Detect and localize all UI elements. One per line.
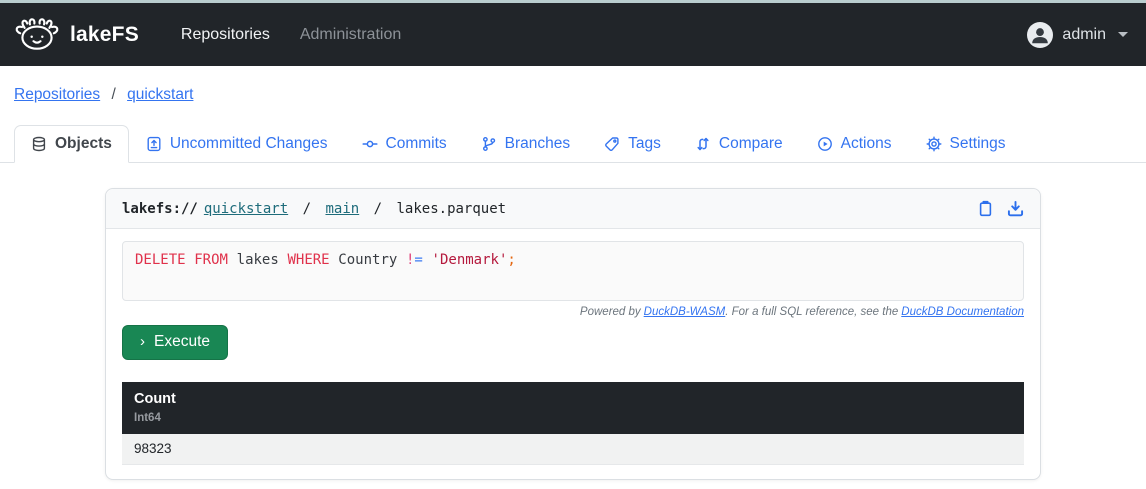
lakefs-brand[interactable]: lakeFS: [14, 16, 139, 54]
branch-icon: [481, 136, 497, 152]
sql-keyword: WHERE: [287, 252, 330, 268]
sql-string-literal: 'Denmark': [431, 252, 508, 268]
tab-label: Commits: [385, 135, 447, 152]
file-diff-icon: [146, 136, 162, 152]
tag-icon: [604, 136, 620, 152]
breadcrumb-separator: /: [111, 86, 116, 103]
commit-icon: [361, 136, 378, 152]
query-results-table: Count Int64 98323: [122, 382, 1024, 465]
column-name: Count: [134, 391, 176, 407]
nav-link-repositories[interactable]: Repositories: [181, 26, 270, 44]
object-path: lakefs:// quickstart / main / lakes.parqu…: [122, 201, 506, 217]
sql-column-name: Country: [338, 252, 398, 268]
user-name: admin: [1062, 25, 1106, 43]
tab-settings[interactable]: Settings: [909, 125, 1023, 163]
sql-keyword: DELETE: [135, 252, 186, 268]
chevron-right-icon: ›: [140, 332, 145, 350]
sql-keyword: FROM: [194, 252, 228, 268]
tab-label: Branches: [504, 135, 571, 152]
path-separator: /: [373, 200, 383, 217]
sql-editor[interactable]: DELETE FROM lakes WHERE Country != 'Denmark';: [122, 241, 1024, 301]
path-branch-link[interactable]: main: [325, 201, 359, 217]
avatar: [1027, 21, 1054, 48]
user-menu[interactable]: admin: [1027, 21, 1128, 48]
execute-label: Execute: [154, 333, 211, 350]
duckdb-pane: DELETE FROM lakes WHERE Country != 'Denmark'; …: [106, 229, 1040, 479]
execute-button[interactable]: › Execute: [122, 325, 229, 360]
sql-semicolon: ;: [507, 252, 516, 268]
nav-link-administration[interactable]: Administration: [300, 26, 401, 44]
tab-actions[interactable]: Actions: [800, 125, 909, 163]
path-filename: lakes.parquet: [396, 200, 507, 217]
axolotl-logo-icon: [14, 16, 60, 54]
breadcrumb: Repositories / quickstart: [0, 66, 1146, 104]
duckdb-docs-link[interactable]: DuckDB Documentation: [901, 306, 1024, 318]
copy-path-icon[interactable]: [977, 200, 994, 217]
powered-prefix: Powered by: [579, 306, 641, 318]
tab-label: Settings: [949, 135, 1006, 152]
powered-by-note: Powered by DuckDB-WASM. For a full SQL re…: [122, 306, 1024, 318]
tab-compare[interactable]: Compare: [678, 125, 800, 163]
breadcrumb-quickstart[interactable]: quickstart: [127, 86, 193, 103]
tab-commits[interactable]: Commits: [345, 125, 464, 163]
tab-branches[interactable]: Branches: [464, 125, 587, 163]
chevron-down-icon: [1118, 32, 1128, 37]
navbar-links: Repositories Administration: [181, 26, 401, 44]
object-viewer-card: lakefs:// quickstart / main / lakes.parqu…: [105, 188, 1041, 480]
play-circle-icon: [817, 136, 833, 152]
tab-uncommitted-changes[interactable]: Uncommitted Changes: [129, 125, 345, 163]
repository-tabs: Objects Uncommitted Changes Commits Bran…: [0, 125, 1146, 163]
sql-operator: =: [414, 252, 423, 268]
object-actions: [977, 200, 1024, 217]
column-type: Int64: [134, 412, 161, 424]
tab-objects[interactable]: Objects: [14, 125, 129, 163]
top-navbar: lakeFS Repositories Administration admin: [0, 3, 1146, 66]
path-scheme: lakefs://: [122, 200, 198, 217]
tab-label: Compare: [718, 135, 783, 152]
brand-name: lakeFS: [70, 22, 139, 46]
gear-icon: [926, 136, 942, 152]
compare-icon: [695, 136, 711, 152]
results-header: Count Int64: [122, 382, 1024, 434]
download-icon[interactable]: [1007, 200, 1024, 217]
table-row: 98323: [122, 434, 1024, 465]
object-path-bar: lakefs:// quickstart / main / lakes.parqu…: [106, 189, 1040, 229]
database-icon: [31, 136, 47, 152]
tab-label: Actions: [840, 135, 892, 152]
breadcrumb-repositories[interactable]: Repositories: [14, 86, 100, 103]
sql-table-name: lakes: [236, 252, 279, 268]
tab-label: Tags: [628, 135, 661, 152]
powered-middle: . For a full SQL reference, see the: [725, 306, 899, 318]
path-repo-link[interactable]: quickstart: [204, 201, 288, 217]
tab-label: Uncommitted Changes: [169, 135, 328, 152]
tab-label: Objects: [55, 135, 112, 152]
path-separator: /: [302, 200, 312, 217]
tab-tags[interactable]: Tags: [587, 125, 678, 163]
duckdb-wasm-link[interactable]: DuckDB-WASM: [644, 306, 726, 318]
